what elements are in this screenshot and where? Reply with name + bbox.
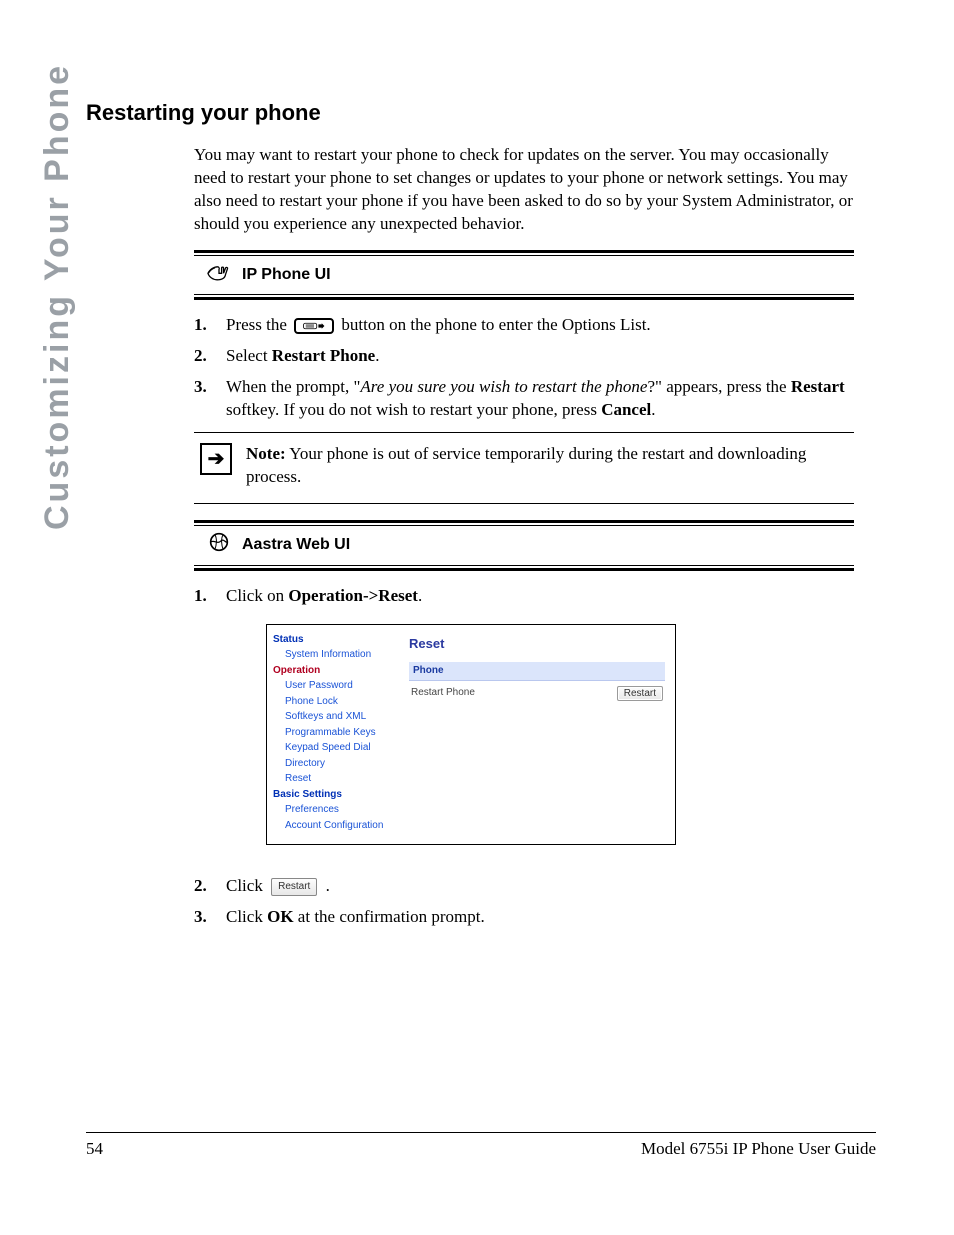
text: Click on (226, 586, 288, 605)
step-body: Click Restart . (226, 875, 854, 898)
nav-header-status: Status (273, 633, 393, 647)
text: Click (226, 876, 267, 895)
list-item: 3. When the prompt, "Are you sure you wi… (194, 376, 854, 422)
list-item: 1. Press the button on the phone to ente… (194, 314, 854, 337)
text: . (375, 346, 379, 365)
step-body: Click OK at the confirmation prompt. (226, 906, 854, 929)
list-item: 2. Select Restart Phone. (194, 345, 854, 368)
nav-header-basic-settings: Basic Settings (273, 788, 393, 802)
hand-icon (206, 262, 232, 289)
page-content: Restarting your phone You may want to re… (86, 100, 876, 937)
step-number: 3. (194, 906, 226, 929)
page-number: 54 (86, 1139, 103, 1159)
webui-row: Restart Phone Restart (409, 685, 665, 702)
text: Select (226, 346, 272, 365)
list-item: 1. Click on Operation->Reset. (194, 585, 854, 608)
text: . (326, 876, 330, 895)
text-bold: Cancel (601, 400, 651, 419)
text-bold: Operation->Reset (288, 586, 418, 605)
nav-header-operation: Operation (273, 664, 393, 678)
restart-button-inline-icon: Restart (271, 878, 317, 896)
content-block: You may want to restart your phone to ch… (194, 144, 854, 929)
subsection-title: Aastra Web UI (242, 534, 350, 556)
webui-field-header: Phone (409, 662, 665, 681)
nav-item[interactable]: User Password (285, 679, 393, 693)
restart-button[interactable]: Restart (617, 686, 663, 701)
footer-title: Model 6755i IP Phone User Guide (641, 1139, 876, 1159)
text: Press the (226, 315, 291, 334)
subsection-aastra-web-ui: Aastra Web UI (194, 520, 854, 571)
nav-item[interactable]: Reset (285, 772, 393, 786)
note-label: Note: (246, 444, 286, 463)
text: ?" appears, press the (647, 377, 790, 396)
section-heading: Restarting your phone (86, 100, 876, 126)
subsection-ip-phone-ui: IP Phone UI (194, 250, 854, 301)
step-body: Select Restart Phone. (226, 345, 854, 368)
step-number: 2. (194, 345, 226, 368)
web-ui-steps: 1. Click on Operation->Reset. (194, 585, 854, 608)
text: Your phone is out of service temporarily… (246, 444, 806, 486)
nav-item[interactable]: Softkeys and XML (285, 710, 393, 724)
text: button on the phone to enter the Options… (341, 315, 650, 334)
text-bold: Restart Phone (272, 346, 375, 365)
step-number: 1. (194, 314, 226, 337)
step-number: 3. (194, 376, 226, 422)
nav-item[interactable]: Programmable Keys (285, 726, 393, 740)
step-number: 1. (194, 585, 226, 608)
text: softkey. If you do not wish to restart y… (226, 400, 601, 419)
nav-item[interactable]: Phone Lock (285, 695, 393, 709)
step-body: Press the button on the phone to enter t… (226, 314, 854, 337)
nav-item[interactable]: Directory (285, 757, 393, 771)
note-text: Note: Your phone is out of service tempo… (246, 443, 854, 489)
note-box: ➔ Note: Your phone is out of service tem… (194, 432, 854, 504)
text: Click (226, 907, 267, 926)
web-ui-steps-cont: 2. Click Restart . 3. Click OK at the co… (194, 875, 854, 929)
webui-nav: Status System Information Operation User… (267, 625, 397, 845)
webui-main-title: Reset (409, 635, 665, 653)
step-body: When the prompt, "Are you sure you wish … (226, 376, 854, 422)
text: . (651, 400, 655, 419)
list-item: 3. Click OK at the confirmation prompt. (194, 906, 854, 929)
options-button-icon (294, 318, 334, 334)
webui-main: Reset Phone Restart Phone Restart (397, 625, 675, 845)
subsection-title: IP Phone UI (242, 264, 331, 286)
ip-phone-steps: 1. Press the button on the phone to ente… (194, 314, 854, 422)
side-section-tab: Customizing Your Phone (38, 63, 77, 530)
list-item: 2. Click Restart . (194, 875, 854, 898)
text: When the prompt, " (226, 377, 360, 396)
arrow-right-icon: ➔ (200, 443, 232, 475)
step-body: Click on Operation->Reset. (226, 585, 854, 608)
nav-item[interactable]: Keypad Speed Dial (285, 741, 393, 755)
nav-item[interactable]: Account Configuration (285, 819, 393, 833)
page-footer: 54 Model 6755i IP Phone User Guide (86, 1132, 876, 1159)
nav-item[interactable]: Preferences (285, 803, 393, 817)
nav-item[interactable]: System Information (285, 648, 393, 662)
text: . (418, 586, 422, 605)
text-italic: Are you sure you wish to restart the pho… (360, 377, 647, 396)
text-bold: Restart (791, 377, 845, 396)
text: at the confirmation prompt. (294, 907, 485, 926)
webui-screenshot: Status System Information Operation User… (266, 624, 676, 846)
text-bold: OK (267, 907, 293, 926)
step-number: 2. (194, 875, 226, 898)
intro-paragraph: You may want to restart your phone to ch… (194, 144, 854, 236)
globe-icon (206, 532, 232, 559)
webui-row-label: Restart Phone (411, 686, 475, 700)
